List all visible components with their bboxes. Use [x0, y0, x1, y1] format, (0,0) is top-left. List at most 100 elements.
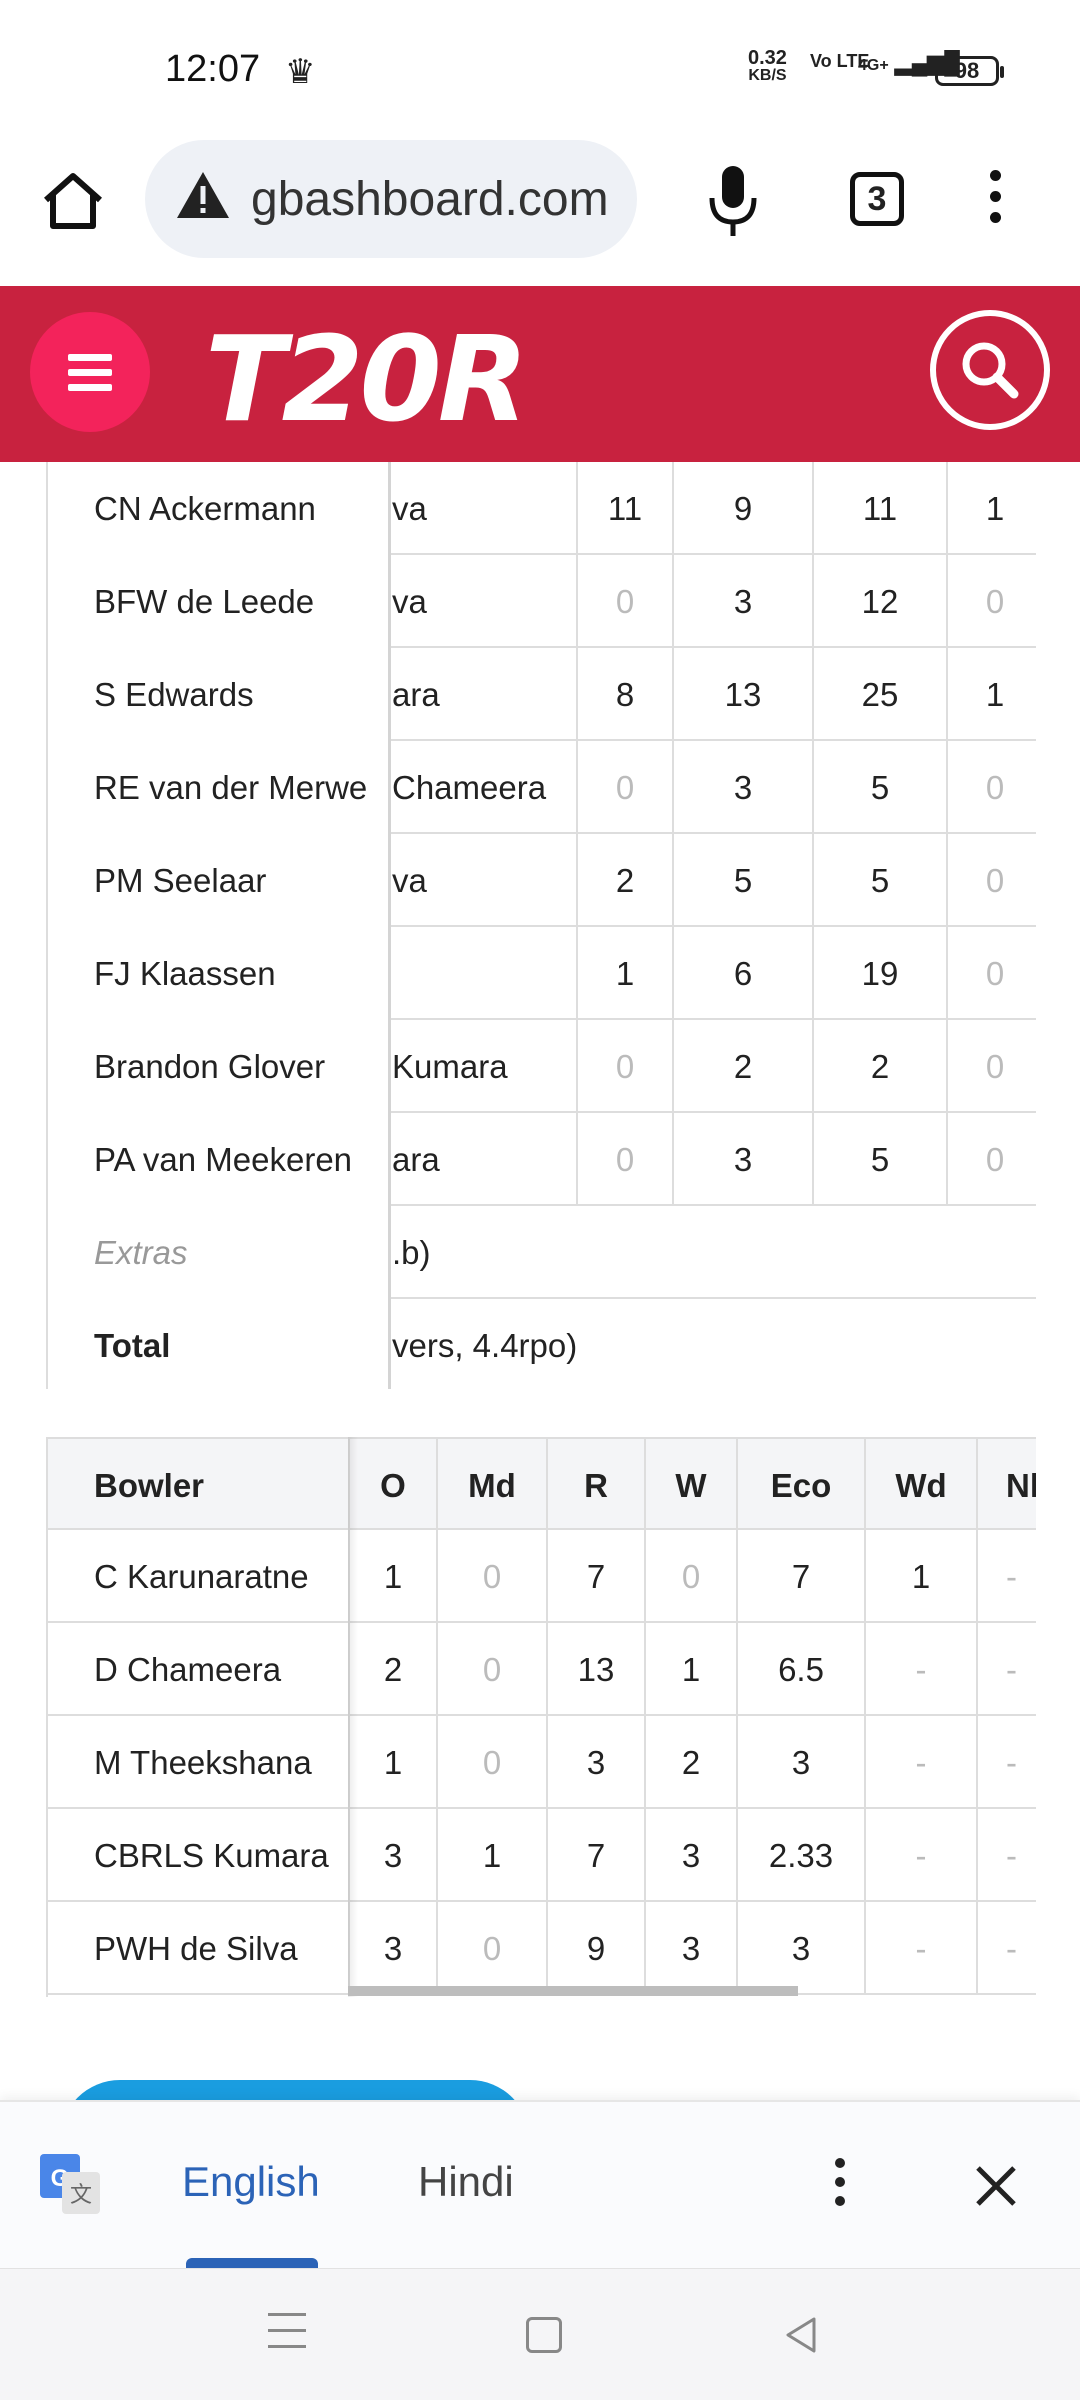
fours-cell: 0 — [948, 834, 1036, 927]
balls-cell: 2 — [674, 1020, 814, 1113]
batter-name: Brandon Glover — [46, 1020, 391, 1113]
runs-cell: 7 — [546, 1530, 644, 1623]
overs-cell: 2 — [348, 1623, 436, 1716]
system-navigation-bar — [0, 2268, 1080, 2400]
language-tab-hindi[interactable]: Hindi — [418, 2158, 514, 2206]
dismissal-text: va — [392, 834, 578, 927]
runs-cell: 9 — [546, 1902, 644, 1995]
status-time: 12:07 — [165, 48, 261, 90]
fours-cell: 1 — [948, 648, 1036, 741]
total-row: Total vers, 4.4rpo) — [46, 1299, 1036, 1389]
dismissal-text: va — [392, 462, 578, 555]
warning-icon[interactable] — [175, 168, 231, 224]
status-bar: 12:07 ♛ 0.32 KB/S Vo LTE 4G+ ▂▄▆█ 98 — [0, 0, 1080, 140]
selected-language-indicator — [186, 2258, 318, 2268]
minutes-cell: 5 — [814, 741, 948, 834]
frozen-column-shadow — [348, 1437, 358, 1997]
net-speed-value: 0.32 — [748, 47, 787, 69]
fours-cell: 0 — [948, 1020, 1036, 1113]
header-economy: Eco — [736, 1439, 864, 1532]
search-icon — [962, 342, 1019, 399]
dismissal-text — [392, 927, 578, 1020]
noballs-cell: - — [976, 1809, 1036, 1902]
batter-name: PM Seelaar — [46, 834, 391, 927]
overs-cell: 1 — [348, 1716, 436, 1809]
wides-cell: - — [864, 1716, 976, 1809]
wickets-cell: 2 — [644, 1716, 736, 1809]
runs-cell: 11 — [578, 462, 674, 555]
header-wickets: W — [644, 1439, 736, 1532]
dismissal-text: ara — [392, 1113, 578, 1206]
language-tab-english[interactable]: English — [182, 2158, 320, 2206]
home-icon[interactable] — [38, 166, 108, 236]
dismissal-text: Kumara — [392, 1020, 578, 1113]
tab-switcher-button[interactable]: 3 — [850, 172, 904, 226]
header-bowler: Bowler — [94, 1467, 205, 1504]
maidens-cell: 0 — [436, 1530, 546, 1623]
wides-cell: - — [864, 1902, 976, 1995]
net-speed-unit: KB/S — [748, 67, 787, 84]
minutes-cell: 2 — [814, 1020, 948, 1113]
economy-cell: 3 — [736, 1716, 864, 1809]
wides-cell: 1 — [864, 1530, 976, 1623]
runs-cell: 3 — [546, 1716, 644, 1809]
dismissal-text: va — [392, 555, 578, 648]
runs-cell: 8 — [578, 648, 674, 741]
batter-name: BFW de Leede — [46, 555, 391, 648]
google-translate-icon[interactable]: G 文 — [38, 2152, 104, 2218]
battery-icon: 98 — [935, 56, 1004, 86]
mic-icon[interactable] — [706, 164, 760, 238]
bowler-name: M Theekshana — [94, 1744, 312, 1781]
hamburger-menu-button[interactable] — [30, 312, 150, 432]
table-row: PA van Meekeren ara 0 3 5 0 — [46, 1113, 1036, 1206]
overs-cell: 3 — [348, 1809, 436, 1902]
table-row: M Theekshana 1 0 3 2 3 - - — [48, 1716, 1036, 1809]
site-logo[interactable]: T20R — [205, 310, 529, 448]
overs-cell: 3 — [348, 1902, 436, 1995]
browser-menu-icon[interactable] — [985, 170, 1005, 230]
runs-cell: 0 — [578, 555, 674, 648]
url-bar[interactable]: gbashboard.com — [145, 140, 637, 258]
horizontal-scrollbar[interactable] — [348, 1986, 798, 1996]
bowler-name: C Karunaratne — [94, 1558, 309, 1595]
extras-label: Extras — [46, 1206, 391, 1299]
batter-name: PA van Meekeren — [46, 1113, 391, 1206]
runs-cell: 0 — [578, 1020, 674, 1113]
browser-toolbar: gbashboard.com 3 — [0, 140, 1080, 286]
batter-name: S Edwards — [46, 648, 391, 741]
noballs-cell: - — [976, 1623, 1036, 1716]
table-row: Brandon Glover Kumara 0 2 2 0 — [46, 1020, 1036, 1113]
total-label: Total — [46, 1299, 391, 1389]
bowler-name: D Chameera — [94, 1651, 282, 1688]
dismissal-text: ara — [392, 648, 578, 741]
close-icon[interactable] — [972, 2162, 1020, 2210]
back-icon[interactable] — [782, 2315, 822, 2355]
table-row: PWH de Silva 3 0 9 3 3 - - — [48, 1902, 1036, 1995]
maidens-cell: 0 — [436, 1623, 546, 1716]
search-button[interactable] — [930, 310, 1050, 430]
recent-apps-icon[interactable] — [268, 2313, 306, 2353]
minutes-cell: 5 — [814, 1113, 948, 1206]
table-row: S Edwards ara 8 13 25 1 — [46, 648, 1036, 741]
noballs-cell: - — [976, 1530, 1036, 1623]
batting-scorecard-table: CN Ackermann va 11 9 11 1 BFW de Leede v… — [46, 462, 1036, 1389]
table-row: FJ Klaassen 1 6 19 0 — [46, 927, 1036, 1020]
total-value: vers, 4.4rpo) — [392, 1327, 578, 1364]
site-header: T20R — [0, 286, 1080, 462]
header-noballs: Nl — [976, 1439, 1036, 1532]
minutes-cell: 12 — [814, 555, 948, 648]
translate-menu-icon[interactable] — [832, 2158, 848, 2214]
batter-name: RE van der Merwe — [46, 741, 391, 834]
fours-cell: 0 — [948, 741, 1036, 834]
table-row: BFW de Leede va 0 3 12 0 — [46, 555, 1036, 648]
wides-cell: - — [864, 1623, 976, 1716]
bowling-scorecard-table[interactable]: Bowler O Md R W Eco Wd Nl C Karunaratne … — [46, 1437, 1036, 1997]
home-nav-icon[interactable] — [526, 2317, 562, 2353]
maidens-cell: 0 — [436, 1716, 546, 1809]
dismissal-text: Chameera — [392, 741, 578, 834]
url-text[interactable]: gbashboard.com — [251, 172, 609, 227]
balls-cell: 3 — [674, 1113, 814, 1206]
balls-cell: 3 — [674, 555, 814, 648]
balls-cell: 9 — [674, 462, 814, 555]
table-row: PM Seelaar va 2 5 5 0 — [46, 834, 1036, 927]
